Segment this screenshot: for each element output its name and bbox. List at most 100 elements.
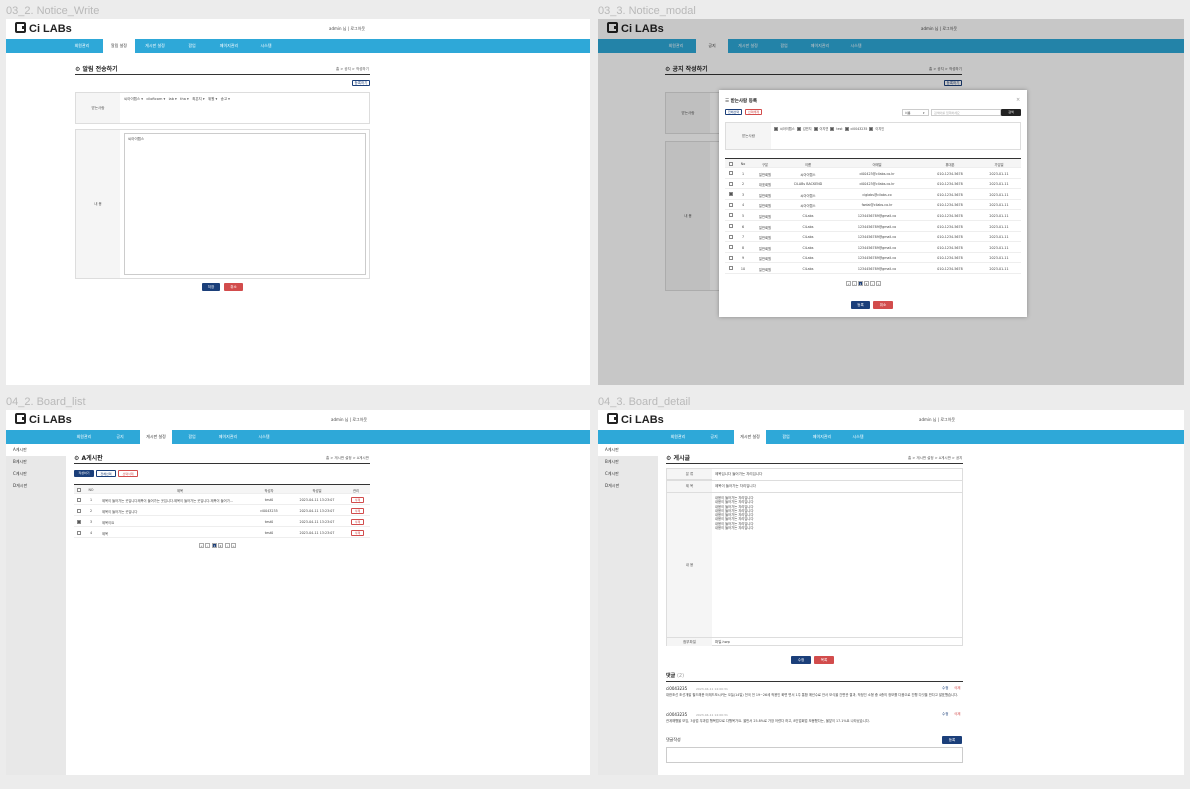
header-checkbox[interactable] xyxy=(77,488,81,492)
page-prev[interactable]: ‹ xyxy=(205,543,210,548)
page-first[interactable]: « xyxy=(199,543,204,548)
row-checkbox[interactable] xyxy=(729,202,733,207)
row-checkbox[interactable] xyxy=(77,497,81,502)
modal-save-button[interactable]: 등록 xyxy=(851,301,870,309)
nav-item-active[interactable]: 게시판 설정 xyxy=(734,430,766,444)
table-row[interactable]: 6 일반회원 CiLabs 1234456789@gmail.co 010-1234-5… xyxy=(725,221,1021,232)
page-next[interactable]: › xyxy=(225,543,230,548)
table-row[interactable]: 3 일반회원 씨아이랩스 ciglabs@cilabs.co 010-1234-5678… xyxy=(725,189,1021,200)
nav-item[interactable]: 회원관리 xyxy=(66,39,98,53)
row-delete-button[interactable]: 삭제 xyxy=(351,518,364,525)
recipient-tag[interactable]: lab ▾ xyxy=(169,97,177,101)
table-row[interactable]: 4 일반회원 씨아이랩스 fwdai@cilabs.co.kr 010-1234-567… xyxy=(725,200,1021,211)
nav-item[interactable]: 시스템 xyxy=(842,430,874,444)
row-checkbox[interactable] xyxy=(729,181,733,186)
user-menu[interactable]: admin 님 | 로그아웃 xyxy=(331,417,367,423)
recipient-tag[interactable]: ciloftcom ▾ xyxy=(146,97,165,101)
nav-item-active[interactable]: 게시판 설정 xyxy=(140,430,172,444)
row-checkbox[interactable] xyxy=(729,234,733,239)
comment-input[interactable] xyxy=(666,747,963,763)
row-checkbox[interactable] xyxy=(77,519,81,524)
save-button[interactable]: 저장 xyxy=(202,283,220,291)
write-button[interactable]: 작성하기 xyxy=(74,470,94,477)
page-prev[interactable]: ‹ xyxy=(852,281,857,286)
row-checkbox[interactable] xyxy=(729,192,733,197)
table-row[interactable]: 3 제목이요 test0 2023-04-11 13:23:07 삭제 xyxy=(74,516,370,527)
table-row[interactable]: 9 일반회원 CiLabs 1234456789@gmail.co 010-1234-5… xyxy=(725,253,1021,264)
checkbox[interactable] xyxy=(869,127,874,131)
comment-delete-button[interactable]: 삭제 xyxy=(954,686,960,691)
row-checkbox[interactable] xyxy=(729,171,733,175)
recipient-tag[interactable]: tha ▾ xyxy=(180,97,189,101)
nav-item[interactable]: 팝업 xyxy=(176,430,208,444)
row-checkbox[interactable] xyxy=(729,266,733,271)
sidebar-item[interactable]: B게시판 xyxy=(598,456,658,468)
logo[interactable]: Ci LABs xyxy=(15,413,72,426)
page-number[interactable]: 2 xyxy=(218,543,223,548)
table-row[interactable]: 4 제목 test0 2023-04-11 13:23:07 삭제 xyxy=(74,527,370,538)
checkbox[interactable] xyxy=(830,127,835,131)
cancel-button[interactable]: 취소 xyxy=(224,283,243,291)
nav-item[interactable]: 페이지관리 xyxy=(806,430,838,444)
row-delete-button[interactable]: 삭제 xyxy=(351,496,364,503)
post-title-link[interactable]: 제목이요 xyxy=(102,520,252,525)
nav-item-active[interactable]: 알림 설정 xyxy=(103,39,135,53)
content-textarea[interactable]: 씨아이랩스 xyxy=(124,133,366,275)
sidebar-item[interactable]: C게시판 xyxy=(598,468,658,480)
nav-item[interactable]: 시스템 xyxy=(248,430,280,444)
table-row[interactable]: 5 일반회원 CiLabs 1234456789@gmail.co 010-1234-5… xyxy=(725,210,1021,221)
nav-item[interactable]: 게시판 설정 xyxy=(139,39,171,53)
row-checkbox[interactable] xyxy=(729,213,733,218)
recipient-tag[interactable]: 최은지 ▾ xyxy=(192,97,205,101)
table-row[interactable]: 8 일반회원 CiLabs 1234456789@gmail.co 010-1234-5… xyxy=(725,242,1021,253)
comment-submit-button[interactable]: 등록 xyxy=(942,736,962,744)
sidebar-item[interactable]: D게시판 xyxy=(598,480,658,492)
page-first[interactable]: « xyxy=(846,281,851,286)
header-checkbox[interactable] xyxy=(729,162,733,166)
page-next[interactable]: › xyxy=(870,281,875,286)
row-checkbox[interactable] xyxy=(729,245,733,250)
logo[interactable]: Ci LABs xyxy=(607,413,664,426)
modal-cancel-button[interactable]: 취소 xyxy=(873,301,893,309)
sidebar-item[interactable]: B게시판 xyxy=(6,456,66,468)
page-number[interactable]: 2 xyxy=(864,281,869,286)
comment-edit-button[interactable]: 수정 xyxy=(942,686,948,691)
nav-item[interactable]: 팝업 xyxy=(176,39,208,53)
table-row[interactable]: 2 제목이 들어가는 곳입니다 ci0043235 2023-04-11 13:23:… xyxy=(74,505,370,516)
checkbox[interactable] xyxy=(796,127,801,131)
user-menu[interactable]: admin 님 | 로그아웃 xyxy=(919,417,955,423)
search-input[interactable]: 검색어를 입력하세요 xyxy=(931,109,1001,116)
checkbox[interactable] xyxy=(813,127,818,131)
select-all-button[interactable]: 전체선택 xyxy=(725,109,742,115)
row-checkbox[interactable] xyxy=(77,508,81,513)
table-row[interactable]: 2 대표회원 CiLABs BACKEND ci00423@cilabs.co.kr 0… xyxy=(725,179,1021,190)
nav-item[interactable]: 페이지관리 xyxy=(212,430,244,444)
table-row[interactable]: 10 일반회원 CiLabs 1234456789@gmail.co 010-1234-… xyxy=(725,263,1021,274)
deselect-button[interactable]: 선택해제 xyxy=(745,109,762,115)
search-type-select[interactable]: 이름 ▾ xyxy=(902,109,929,116)
page-number[interactable]: 1 xyxy=(212,543,217,548)
nav-item[interactable]: 회원관리 xyxy=(662,430,694,444)
search-button[interactable]: 검색 xyxy=(1001,109,1021,116)
comment-delete-button[interactable]: 삭제 xyxy=(954,712,960,717)
nav-item[interactable]: 회원관리 xyxy=(68,430,100,444)
page-number[interactable]: 1 xyxy=(858,281,863,286)
nav-item[interactable]: 공지 xyxy=(104,430,136,444)
nav-item[interactable]: 팝업 xyxy=(770,430,802,444)
user-menu[interactable]: admin 님 | 로그아웃 xyxy=(329,26,365,32)
table-row[interactable]: 1 제목이 들어가는 곳입니다제목이 들어가는 곳입니다.제목이 들어가는 곳입니… xyxy=(74,494,370,505)
select-all-button[interactable]: 전체선택 xyxy=(96,470,116,477)
checkbox[interactable] xyxy=(774,127,778,131)
nav-item[interactable]: 페이지관리 xyxy=(213,39,245,53)
post-title-link[interactable]: 제목이 들어가는 곳입니다 xyxy=(102,509,252,514)
table-row[interactable]: 7 일반회원 CiLabs 1234456789@gmail.co 010-1234-5… xyxy=(725,232,1021,243)
nav-item[interactable]: 시스템 xyxy=(250,39,282,53)
post-title-link[interactable]: 제목 xyxy=(102,531,252,536)
sidebar-item[interactable]: D게시판 xyxy=(6,480,66,492)
recipient-tag[interactable]: 위원 ▾ xyxy=(208,97,217,101)
page-last[interactable]: » xyxy=(876,281,881,286)
checkbox[interactable] xyxy=(844,127,849,131)
table-row[interactable]: 1 일반회원 씨아이랩스 ci00423@cilabs.co.kr 010-1234-5… xyxy=(725,168,1021,179)
recipient-tag[interactable]: 송고 ▾ xyxy=(221,97,230,101)
register-button[interactable]: 등록하기 xyxy=(352,80,370,86)
